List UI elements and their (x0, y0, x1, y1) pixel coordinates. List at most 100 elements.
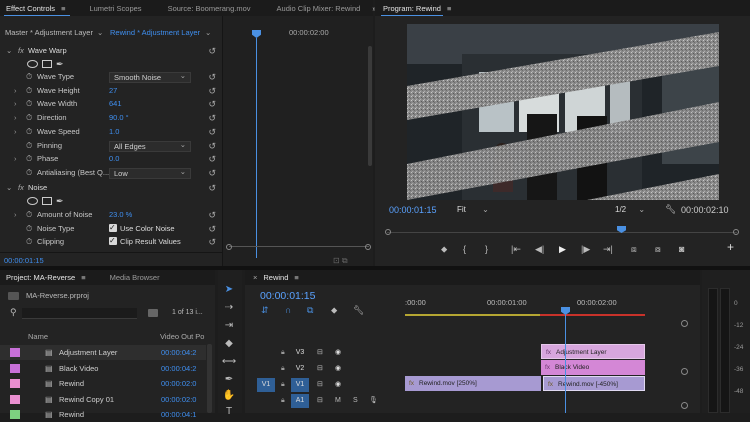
noise-header[interactable]: ⌄ fx Noise ↺ (0, 181, 222, 195)
settings-wrench-icon[interactable]: 🔧︎ (665, 204, 676, 215)
clip-chevron-icon[interactable]: ⌄ (205, 26, 211, 40)
panel-menu-icon[interactable]: ≡ (447, 4, 451, 13)
clip-black-video[interactable]: fx Black Video (541, 360, 645, 375)
active-clip-label[interactable]: Rewind * Adjustment Layer (110, 26, 200, 40)
expand-chevron-icon[interactable]: › (14, 84, 17, 98)
track-select-tool-icon[interactable]: ⇢ (221, 300, 237, 315)
clip-rewind-250[interactable]: fx Rewind.mov [250%] (405, 376, 541, 391)
tab-effect-controls[interactable]: Effect Controls (0, 4, 61, 13)
stopwatch-icon[interactable]: ⏱ (26, 111, 32, 125)
ec-scrollbar[interactable] (229, 246, 369, 251)
param-dropdown[interactable]: Low (109, 167, 191, 179)
reset-icon[interactable]: ↺ (208, 235, 216, 249)
reset-icon[interactable]: ↺ (208, 139, 216, 153)
column-video-out[interactable]: Video Out Po (160, 332, 204, 341)
stopwatch-icon[interactable]: ⏱ (26, 139, 32, 153)
tab-lumetri-scopes[interactable]: Lumetri Scopes (83, 4, 147, 13)
type-tool-icon[interactable]: T (221, 404, 237, 419)
expand-chevron-icon[interactable]: › (14, 125, 17, 139)
stopwatch-icon[interactable]: ⏱ (26, 235, 32, 249)
project-scrollbar[interactable] (207, 344, 212, 413)
go-to-in-icon[interactable]: |⇤ (511, 244, 521, 255)
param-checkbox[interactable]: Clip Result Values (109, 234, 181, 249)
master-clip-label[interactable]: Master * Adjustment Layer (5, 26, 93, 40)
export-frame-icon[interactable]: ◙ (679, 244, 684, 254)
new-search-bin-icon[interactable] (148, 309, 158, 317)
lock-icon[interactable]: 🔒︎ (281, 377, 285, 393)
stopwatch-icon[interactable]: ⏱ (26, 152, 32, 166)
project-list-item[interactable]: ▤ Rewind 00:00:02:0 (0, 376, 206, 391)
clip-adjustment-layer[interactable]: fx Adjustment Layer (541, 344, 645, 359)
insert-icon[interactable]: ⧈ (631, 244, 637, 255)
expand-chevron-icon[interactable]: › (14, 111, 17, 125)
track-name[interactable]: V3 (291, 346, 309, 360)
hand-tool-icon[interactable]: ✋ (221, 388, 237, 403)
project-list-item[interactable]: ▤ Adjustment Layer 00:00:04:2 (0, 345, 206, 360)
param-value[interactable]: 1.0 (109, 125, 119, 139)
sync-lock-icon[interactable]: ⊟ (317, 377, 323, 393)
add-marker-icon[interactable]: ⬥ (331, 305, 337, 316)
search-input[interactable] (22, 308, 137, 319)
reset-icon[interactable]: ↺ (208, 181, 216, 195)
column-name[interactable]: Name (28, 332, 48, 341)
collapse-chevron-icon[interactable]: ⌄ (6, 44, 12, 58)
pen-mask-icon[interactable]: ✒ (56, 194, 64, 208)
program-scrubber[interactable] (385, 226, 739, 238)
sync-lock-icon[interactable]: ⊟ (317, 345, 323, 361)
panel-menu-icon[interactable]: ≡ (81, 273, 85, 282)
timeline-settings-icon[interactable]: 🔧︎ (353, 305, 364, 316)
mark-out-icon[interactable]: } (485, 244, 488, 254)
export-frame-icon[interactable]: ⊡ ⧉ (333, 256, 348, 266)
stopwatch-icon[interactable]: ⏱ (26, 70, 32, 84)
panel-menu-icon[interactable]: ≡ (61, 4, 65, 13)
master-chevron-icon[interactable]: ⌄ (97, 26, 103, 40)
scrubber-right-handle[interactable] (733, 229, 739, 235)
timeline-timecode[interactable]: 00:00:01:15 (260, 290, 315, 302)
label-color-swatch[interactable] (10, 394, 20, 404)
fit-dropdown[interactable]: Fit ⌄ (457, 205, 489, 214)
timeline-vertical-zoom[interactable] (681, 320, 689, 413)
tab-media-browser[interactable]: Media Browser (104, 273, 166, 282)
source-patch[interactable]: V1 (257, 378, 275, 392)
nest-icon[interactable]: ⇵ (261, 305, 269, 316)
pen-tool-icon[interactable]: ✒ (221, 372, 237, 387)
go-to-out-icon[interactable]: ⇥| (603, 244, 613, 255)
eye-icon[interactable]: ◉ (335, 345, 341, 361)
ec-playhead-head-icon[interactable] (252, 30, 261, 38)
expand-chevron-icon[interactable]: › (14, 208, 17, 222)
rectangle-mask-icon[interactable] (42, 60, 52, 68)
expand-chevron-icon[interactable]: › (14, 152, 17, 166)
wave-warp-header[interactable]: ⌄ fx Wave Warp ↺ (0, 44, 222, 58)
reset-icon[interactable]: ↺ (208, 222, 216, 236)
add-marker-icon[interactable]: ⬥ (441, 244, 447, 255)
reset-icon[interactable]: ↺ (208, 84, 216, 98)
label-color-swatch[interactable] (10, 379, 20, 388)
pen-mask-icon[interactable]: ✒ (56, 57, 64, 71)
step-back-icon[interactable]: ◀| (535, 244, 544, 255)
project-list-item[interactable]: ▤ Rewind Copy 01 00:00:02:0 (0, 392, 206, 407)
label-color-swatch[interactable] (10, 348, 20, 357)
param-checkbox[interactable]: Use Color Noise (109, 221, 175, 236)
ellipse-mask-icon[interactable] (27, 197, 38, 205)
source-patch[interactable] (257, 394, 275, 408)
param-value[interactable]: 90.0 ° (109, 111, 129, 125)
tab-program[interactable]: Program: Rewind (375, 4, 447, 13)
param-dropdown[interactable]: All Edges (109, 140, 191, 152)
ec-vertical-scrollbar[interactable] (368, 46, 372, 166)
ec-scroll-handle-right[interactable] (365, 244, 371, 250)
source-patch[interactable] (257, 346, 275, 360)
param-value[interactable]: 0.0 (109, 152, 119, 166)
ripple-edit-tool-icon[interactable]: ⇥ (221, 318, 237, 333)
eye-icon[interactable]: ◉ (335, 377, 341, 393)
ec-timecode[interactable]: 00:00:01:15 (4, 256, 44, 265)
lock-icon[interactable]: 🔒︎ (281, 361, 285, 377)
collapse-chevron-icon[interactable]: ⌄ (6, 181, 12, 195)
selection-tool-icon[interactable]: ➤ (221, 282, 237, 297)
param-value[interactable]: 27 (109, 84, 117, 98)
resolution-dropdown[interactable]: 1/2 ⌄ (615, 205, 645, 214)
project-list-item[interactable]: ▤ Black Video 00:00:04:2 (0, 361, 206, 376)
step-forward-icon[interactable]: |▶ (581, 244, 590, 255)
reset-icon[interactable]: ↺ (208, 70, 216, 84)
lock-icon[interactable]: 🔒︎ (281, 345, 285, 361)
play-icon[interactable]: ▶ (559, 244, 566, 255)
